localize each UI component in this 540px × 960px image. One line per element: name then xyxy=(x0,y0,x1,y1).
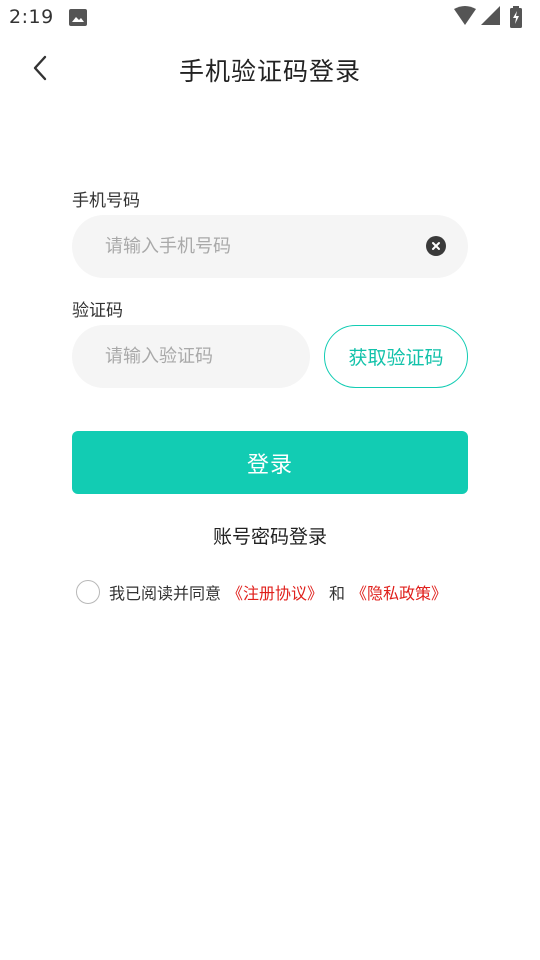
privacy-link[interactable]: 《隐私政策》 xyxy=(351,580,447,604)
clear-phone-button[interactable] xyxy=(426,236,446,256)
agreement-row: 我已阅读并同意 《注册协议》 和 《隐私政策》 xyxy=(76,577,447,607)
status-time: 2:19 xyxy=(9,6,54,28)
agreement-text: 我已阅读并同意 xyxy=(109,584,222,603)
account-password-login-link[interactable]: 账号密码登录 xyxy=(0,522,540,549)
get-code-button[interactable]: 获取验证码 xyxy=(324,325,468,388)
header: 手机验证码登录 xyxy=(0,36,540,100)
phone-input[interactable] xyxy=(72,215,468,278)
and-text: 和 xyxy=(329,584,346,603)
battery-charging-icon xyxy=(510,6,522,28)
terms-link[interactable]: 《注册协议》 xyxy=(227,580,323,604)
image-icon xyxy=(69,9,87,26)
status-icons xyxy=(454,6,530,28)
login-button[interactable]: 登录 xyxy=(72,431,468,494)
wifi-icon xyxy=(454,6,476,25)
cell-signal-icon xyxy=(481,6,500,25)
page-title: 手机验证码登录 xyxy=(178,57,361,86)
close-icon xyxy=(432,242,440,250)
phone-label: 手机号码 xyxy=(72,191,140,211)
agree-checkbox[interactable] xyxy=(76,580,100,604)
code-label: 验证码 xyxy=(72,301,123,321)
code-input[interactable] xyxy=(72,325,310,388)
status-bar: 2:19 xyxy=(0,0,540,36)
